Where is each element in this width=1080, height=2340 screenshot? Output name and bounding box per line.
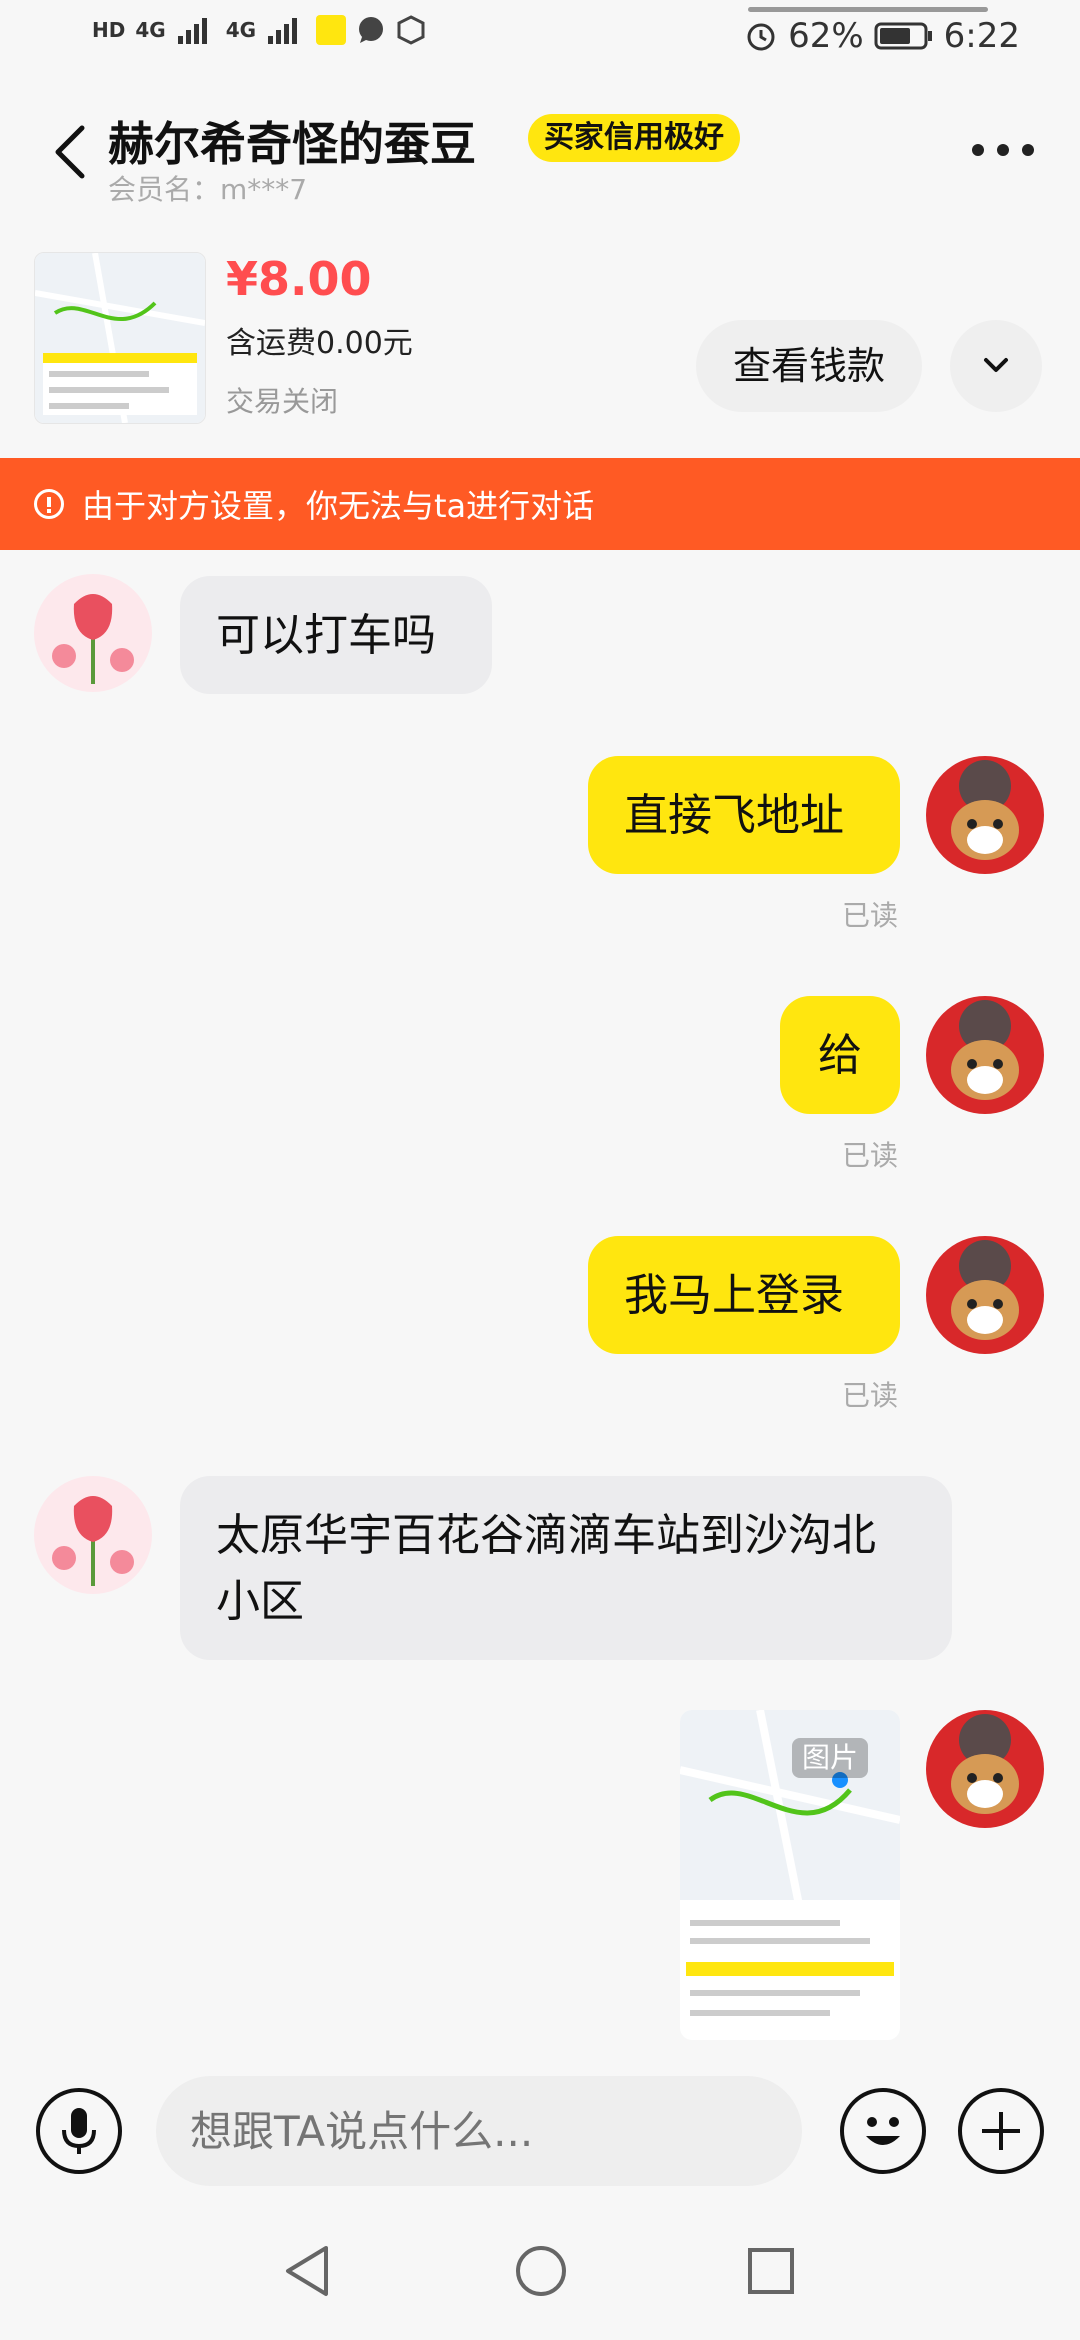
dog-avatar-image: [926, 996, 1044, 1114]
message-bubble-right[interactable]: 直接飞地址: [588, 756, 900, 874]
banner-text: 由于对方设置，你无法与ta进行对话: [82, 487, 595, 525]
back-button[interactable]: [48, 122, 92, 182]
my-avatar[interactable]: [926, 1710, 1044, 1828]
image-message[interactable]: 图片: [680, 1710, 900, 2040]
my-avatar[interactable]: [926, 756, 1044, 874]
message-bubble-left[interactable]: 太原华宇百花谷滴滴车站到沙沟北小区: [180, 1476, 952, 1660]
dog-avatar-image: [926, 1236, 1044, 1354]
nav-home-icon[interactable]: [514, 2244, 568, 2298]
shield-icon: [397, 15, 425, 45]
message-input[interactable]: [156, 2076, 802, 2186]
map-thumbnail-image: [35, 253, 205, 423]
alarm-icon: [747, 23, 775, 51]
shipping-fee: 含运费0.00元: [226, 326, 413, 361]
member-label: 会员名：: [108, 173, 221, 206]
emoji-icon: [866, 2117, 900, 2145]
image-badge: 图片: [792, 1738, 868, 1778]
restriction-banner: 由于对方设置，你无法与ta进行对话: [0, 458, 1080, 550]
message-bubble-left[interactable]: 可以打车吗: [180, 576, 492, 694]
battery-icon: [874, 22, 932, 50]
back-arrow-icon: [55, 125, 85, 179]
clock: 6:22: [943, 16, 1020, 56]
message-bubble-right[interactable]: 我马上登录: [588, 1236, 900, 1354]
system-nav-bar: [0, 2200, 1080, 2340]
network-indicator: 4G: [135, 18, 166, 42]
nav-recents-icon[interactable]: [746, 2246, 796, 2296]
signal-icon: [177, 18, 207, 44]
read-receipt: 已读: [842, 1139, 899, 1172]
more-options-button[interactable]: [972, 140, 1034, 160]
dog-avatar-image: [926, 1710, 1044, 1828]
voice-button[interactable]: [36, 2088, 122, 2174]
my-avatar[interactable]: [926, 996, 1044, 1114]
emoji-button[interactable]: [840, 2088, 926, 2174]
microphone-icon: [62, 2108, 96, 2154]
expand-button[interactable]: [950, 320, 1042, 412]
alert-circle-icon: [34, 489, 64, 519]
chevron-down-icon: [984, 358, 1008, 372]
member-name: 会员名：m***7: [108, 168, 307, 208]
nav-back-icon[interactable]: [282, 2244, 332, 2298]
signal-icon: [268, 18, 298, 44]
contact-nickname: 赫尔希奇怪的蚕豆: [108, 117, 476, 171]
member-id: m***7: [220, 173, 308, 206]
contact-avatar[interactable]: [34, 574, 152, 692]
credit-badge: 买家信用极好: [528, 114, 740, 162]
contact-avatar[interactable]: [34, 1476, 152, 1594]
status-bar: HD 4G 4G 62% 6:22: [0, 0, 1080, 80]
plus-button[interactable]: [958, 2088, 1044, 2174]
product-thumbnail[interactable]: [34, 252, 206, 424]
more-dots-icon: [1022, 144, 1034, 156]
chat-bubble-icon: [359, 17, 384, 43]
battery-percent: 62%: [788, 16, 864, 56]
my-avatar[interactable]: [926, 1236, 1044, 1354]
read-receipt: 已读: [842, 899, 899, 932]
status-handle: [748, 7, 988, 12]
app-notification-icon: [316, 15, 347, 45]
more-dots-icon: [997, 144, 1009, 156]
hd-indicator: HD: [92, 18, 126, 42]
check-payment-button[interactable]: 查看钱款: [696, 320, 922, 412]
dog-avatar-image: [926, 756, 1044, 874]
trade-status: 交易关闭: [226, 385, 339, 418]
message-bubble-right[interactable]: 给: [780, 996, 900, 1114]
network-indicator-2: 4G: [225, 18, 257, 42]
tulip-avatar-image: [34, 574, 152, 692]
more-dots-icon: [972, 144, 984, 156]
read-receipt: 已读: [842, 1379, 899, 1412]
status-right-indicators: 62% 6:22: [744, 16, 1020, 56]
product-price: ¥8.00: [226, 252, 372, 306]
tulip-avatar-image: [34, 1476, 152, 1594]
status-left-indicators: HD 4G 4G: [92, 14, 426, 46]
plus-icon: [982, 2112, 1020, 2150]
